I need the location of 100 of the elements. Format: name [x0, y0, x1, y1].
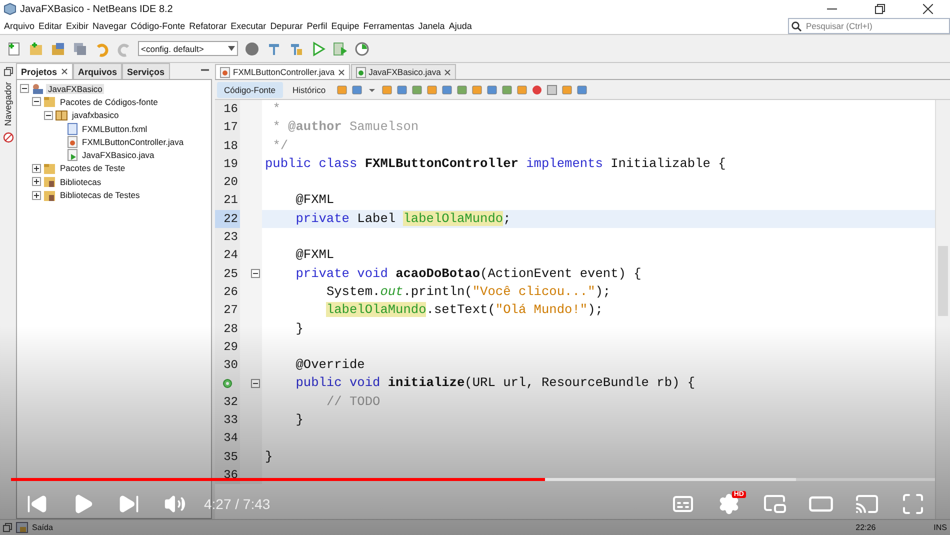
- code-line: * @author Samuelson: [272, 118, 420, 136]
- config-dropdown[interactable]: <config. default>: [138, 41, 238, 56]
- line-number: 34: [215, 429, 240, 448]
- search-input[interactable]: Pesquisar (Ctrl+I): [806, 21, 926, 31]
- code-line: System.out.println("Você clicou...");: [325, 282, 612, 301]
- line-number: 22: [215, 210, 240, 228]
- line-number: 18: [215, 136, 240, 155]
- menu-item[interactable]: Executar: [228, 19, 268, 33]
- stop-icon[interactable]: [546, 84, 558, 96]
- tree-item[interactable]: Bibliotecas: [58, 176, 104, 187]
- editor-tab[interactable]: FXMLButtonController.java: [215, 64, 350, 79]
- line-number: 35: [215, 448, 240, 466]
- speaker-icon: [164, 493, 186, 515]
- menu-item[interactable]: Depurar: [268, 19, 305, 33]
- output-window-icon: [16, 522, 28, 533]
- view-tab[interactable]: Histórico: [286, 82, 333, 98]
- menu-item[interactable]: Ajuda: [446, 19, 474, 33]
- code-line: @Override: [294, 356, 366, 374]
- menu-item[interactable]: Navegar: [90, 19, 129, 33]
- video-time: 4:27 / 7:43: [204, 496, 270, 512]
- code-line: labelOlaMundo.setText("Olá Mundo!");: [325, 301, 604, 320]
- package-icon: [55, 110, 68, 121]
- expand-icon[interactable]: [32, 190, 41, 200]
- code-line: private void acaoDoBotao(ActionEvent event) {: [294, 264, 642, 283]
- collapse-icon[interactable]: [32, 97, 41, 106]
- open-folder-icon[interactable]: [50, 40, 66, 56]
- code-line: }: [294, 320, 304, 338]
- menu-item[interactable]: Editar: [36, 19, 64, 33]
- miniplayer-icon: [763, 492, 787, 516]
- tree-item[interactable]: JavaFXBasico: [46, 84, 104, 94]
- tree-item[interactable]: FXMLButton.fxml: [80, 124, 150, 134]
- skip-forward-icon: [118, 493, 140, 515]
- line-number: 20: [215, 173, 240, 192]
- tree-item[interactable]: FXMLButtonController.java: [80, 136, 186, 147]
- fold-toggle-icon[interactable]: [251, 269, 260, 278]
- java-file-icon: [356, 66, 366, 78]
- code-line: }: [294, 411, 304, 430]
- code-line: public class FXMLButtonController implements Initializable {: [264, 154, 727, 173]
- sphere-icon[interactable]: [244, 40, 260, 56]
- project-icon: [31, 83, 44, 94]
- line-number: 32: [215, 392, 240, 412]
- menu-item[interactable]: Refatorar: [187, 19, 229, 33]
- restore-window-icon: [4, 67, 12, 76]
- panel-tab[interactable]: Arquivos: [73, 63, 122, 79]
- app-logo-icon: [4, 3, 16, 15]
- close-icon[interactable]: [444, 68, 451, 76]
- menu-item[interactable]: Perfil: [304, 19, 330, 33]
- record-icon[interactable]: [530, 84, 543, 96]
- menu-item[interactable]: Arquivo: [2, 19, 37, 33]
- line-number: 16: [215, 100, 240, 118]
- panel-tab[interactable]: Serviços: [122, 63, 170, 79]
- search-field[interactable]: Pesquisar (Ctrl+I): [788, 18, 950, 34]
- menu-item[interactable]: Janela: [416, 19, 447, 33]
- window-title: JavaFXBasico - NetBeans IDE 8.2: [20, 4, 174, 14]
- collapse-icon[interactable]: [20, 84, 29, 94]
- panel-tab[interactable]: Projetos: [16, 63, 74, 79]
- view-tab[interactable]: Código-Fonte: [217, 82, 283, 98]
- code-line: // TODO: [325, 392, 382, 411]
- code-line: @FXML: [294, 191, 336, 210]
- java-file-icon: [67, 136, 78, 148]
- tree-item[interactable]: JavaFXBasico.java: [80, 150, 156, 160]
- tree-item[interactable]: javafxbasico: [70, 110, 121, 120]
- line-number: 25: [215, 264, 240, 283]
- line-number: 27: [215, 301, 240, 320]
- tree-item[interactable]: Pacotes de Códigos-fonte: [58, 96, 160, 107]
- tree-item[interactable]: Pacotes de Teste: [58, 163, 128, 174]
- navigator-tab[interactable]: Navegador: [3, 82, 13, 126]
- menu-item[interactable]: Código-Fonte: [128, 19, 188, 33]
- tree-item[interactable]: Bibliotecas de Testes: [58, 190, 142, 200]
- menu-item[interactable]: Ferramentas: [361, 19, 416, 33]
- line-number: 28: [215, 320, 240, 338]
- line-number: 17: [215, 118, 240, 137]
- new-file-icon[interactable]: [6, 40, 22, 56]
- menu-item[interactable]: Exibir: [64, 19, 91, 33]
- editor-tab[interactable]: JavaFXBasico.java: [350, 64, 456, 79]
- insert-mode: INS: [934, 523, 947, 532]
- collapse-icon[interactable]: [44, 110, 53, 120]
- folder-icon: [43, 162, 56, 174]
- debug-icon[interactable]: [332, 40, 348, 56]
- line-number: 21: [215, 191, 240, 210]
- fold-toggle-icon[interactable]: [251, 379, 260, 388]
- scrollbar[interactable]: [935, 100, 950, 519]
- new-project-icon[interactable]: [28, 40, 44, 56]
- fullscreen-icon: [901, 492, 925, 516]
- close-icon[interactable]: [61, 68, 68, 75]
- line-number: 29: [215, 338, 240, 356]
- skip-back-icon: [26, 493, 48, 515]
- line-number: 24: [215, 246, 240, 265]
- output-tab[interactable]: Saída: [32, 523, 53, 532]
- close-icon[interactable]: [338, 68, 345, 76]
- expand-icon[interactable]: [32, 177, 41, 186]
- save-all-icon[interactable]: [72, 40, 88, 56]
- menu-item[interactable]: Equipe: [329, 19, 362, 33]
- search-icon: [791, 20, 803, 32]
- override-marker-icon: [223, 379, 232, 388]
- close-icon: [923, 4, 933, 14]
- cast-icon: [855, 492, 879, 516]
- profile-icon[interactable]: [354, 40, 370, 56]
- restore-window-icon: [3, 523, 12, 532]
- expand-icon[interactable]: [32, 164, 41, 173]
